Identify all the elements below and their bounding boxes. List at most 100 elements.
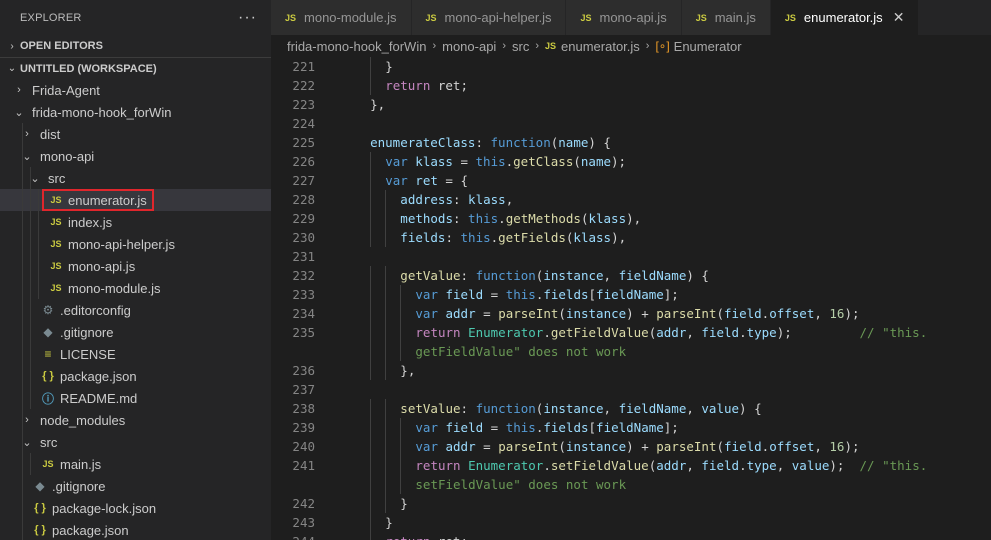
code-token: offset — [769, 306, 815, 321]
file-item[interactable]: ≡ LICENSE — [0, 343, 271, 365]
code-line: 240 var addr = parseInt(instance) + parse… — [271, 437, 991, 456]
file-item[interactable]: { } package.json — [0, 365, 271, 387]
javascript-file-icon: JS — [425, 12, 437, 23]
close-icon[interactable]: ✕ — [893, 9, 905, 26]
tab-main-js[interactable]: JS main.js — [681, 0, 771, 35]
file-item[interactable]: .gitignore — [0, 475, 271, 497]
code-text: var field = this.fields[fieldName]; — [415, 285, 678, 304]
code-line: 239 var field = this.fields[fieldName]; — [271, 418, 991, 437]
tab-mono-api-js[interactable]: JS mono-api.js — [566, 0, 682, 35]
indent-guide — [30, 453, 31, 475]
more-actions-icon[interactable]: ··· — [238, 9, 257, 27]
file-item[interactable]: JS index.js — [0, 211, 271, 233]
folder-item[interactable]: ⌄ mono-api — [0, 145, 271, 167]
file-item[interactable]: { } package.json — [0, 519, 271, 540]
breadcrumb-item[interactable]: src — [512, 39, 529, 54]
code-token: , — [686, 458, 702, 473]
code-text: enumerateClass: function(name) { — [370, 133, 611, 152]
folder-item[interactable]: › node_modules — [0, 409, 271, 431]
code-text: getValue: function(instance, fieldName) … — [400, 266, 709, 285]
code-token: , — [505, 192, 514, 207]
indent-guide — [385, 209, 387, 228]
code-line: 226 var klass = this.getClass(name); — [271, 152, 991, 171]
code-token: field — [701, 458, 740, 473]
file-item[interactable]: JS main.js — [0, 453, 271, 475]
open-editors-section[interactable]: › OPEN EDITORS — [0, 35, 271, 57]
indent-guide — [400, 285, 402, 304]
json-file-icon: { } — [42, 370, 54, 382]
line-number: 235 — [292, 325, 315, 340]
class-symbol-icon: [∘] — [655, 39, 670, 53]
code-token: klass — [588, 211, 627, 226]
code-token: field — [724, 306, 762, 321]
indent-guide — [370, 209, 372, 228]
code-token: addr — [656, 458, 687, 473]
code-token: . — [543, 458, 551, 473]
indent-guide — [22, 211, 23, 233]
file-item[interactable]: { } package-lock.json — [0, 497, 271, 519]
code-token: . — [739, 325, 747, 340]
code-token: instance — [565, 439, 627, 454]
breadcrumb-item[interactable]: enumerator.js — [561, 39, 640, 54]
code-token: addr — [656, 325, 687, 340]
code-token: getFields — [498, 230, 566, 245]
folder-item[interactable]: ⌄ frida-mono-hook_forWin — [0, 101, 271, 123]
tree-item-label: package.json — [52, 522, 129, 538]
code-token: addr — [445, 439, 476, 454]
breadcrumb-item[interactable]: Enumerator — [674, 39, 742, 54]
code-token: field — [445, 420, 484, 435]
code-token: [ — [588, 420, 597, 435]
code-token: ); — [776, 325, 860, 340]
file-item[interactable]: JS mono-api.js — [0, 255, 271, 277]
indent-guide — [385, 190, 387, 209]
code-token: var — [385, 154, 408, 169]
code-token: field — [445, 287, 484, 302]
folder-item[interactable]: › dist — [0, 123, 271, 145]
javascript-file-icon: JS — [580, 12, 592, 23]
code-token: ( — [573, 154, 581, 169]
tab-enumerator-js[interactable]: JS enumerator.js ✕ — [770, 0, 920, 35]
line-number: 244 — [271, 532, 315, 540]
folder-item[interactable]: ⌄ src — [0, 167, 271, 189]
line-number: 223 — [292, 97, 315, 112]
code-token: }, — [400, 363, 416, 378]
tree-item-label: node_modules — [40, 412, 126, 428]
code-token: instance — [543, 268, 604, 283]
breadcrumb-item[interactable]: mono-api — [442, 39, 496, 54]
breadcrumb-item[interactable]: frida-mono-hook_forWin — [287, 39, 426, 54]
tab-mono-module-js[interactable]: JS mono-module.js — [271, 0, 412, 35]
indent-guide — [400, 304, 402, 323]
code-token: this — [475, 154, 506, 169]
workspace-section[interactable]: ⌄ UNTITLED (WORKSPACE) — [0, 57, 271, 79]
tab-label: enumerator.js — [803, 10, 883, 25]
javascript-file-icon: JS — [545, 41, 557, 51]
chevron-right-icon: › — [17, 84, 21, 96]
file-item[interactable]: JS enumerator.js — [0, 189, 271, 211]
folder-item[interactable]: › Frida-Agent — [0, 79, 271, 101]
code-token: ) { — [588, 135, 611, 150]
line-number: 234 — [292, 306, 315, 321]
indent-guide — [400, 323, 402, 342]
code-token: : — [460, 268, 476, 283]
code-token: ( — [558, 306, 566, 321]
code-editor[interactable]: 221} 222 return ret; 223}, 224 225 enumerateCl… — [271, 57, 991, 540]
file-item[interactable]: JS mono-module.js — [0, 277, 271, 299]
code-text: } — [385, 513, 393, 532]
folder-item[interactable]: ⌄ src — [0, 431, 271, 453]
code-token: = — [475, 306, 499, 321]
file-item[interactable]: ⓘ README.md — [0, 387, 271, 409]
tree-item-label: src — [48, 170, 66, 186]
line-number: 225 — [292, 135, 315, 150]
javascript-file-icon: JS — [784, 12, 796, 23]
code-token: this — [460, 230, 491, 245]
code-line: 238 setValue: function(instance, fieldNam… — [271, 399, 991, 418]
code-token: , — [776, 458, 792, 473]
indent-guide — [370, 494, 372, 513]
tab-mono-api-helper-js[interactable]: JS mono-api-helper.js — [411, 0, 567, 35]
file-item[interactable]: ⚙ .editorconfig — [0, 299, 271, 321]
tree-item-label: .gitignore — [60, 324, 114, 340]
file-item[interactable]: JS mono-api-helper.js — [0, 233, 271, 255]
indent-guide — [370, 361, 372, 380]
file-item[interactable]: .gitignore — [0, 321, 271, 343]
